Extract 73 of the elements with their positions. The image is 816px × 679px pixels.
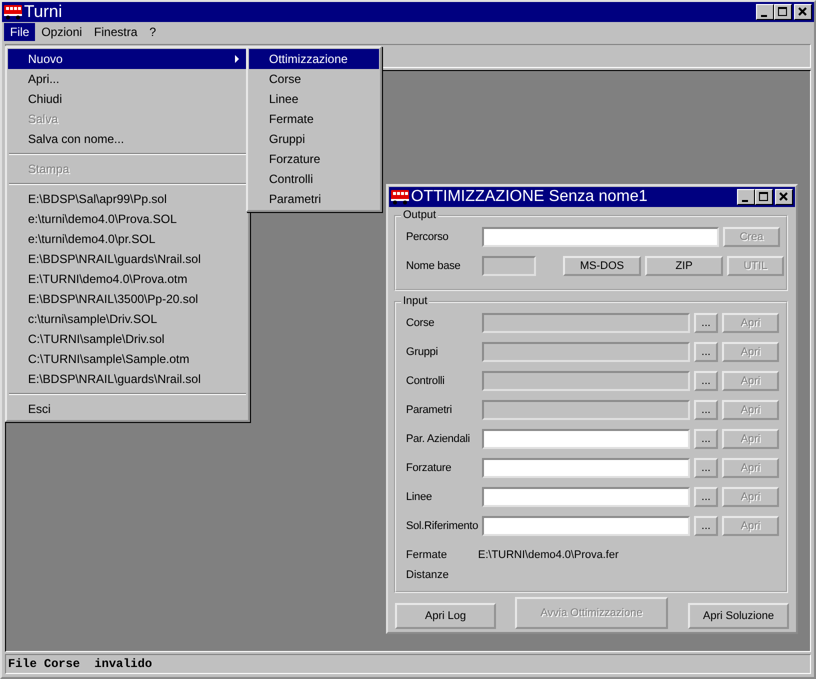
group-label: Input [401, 295, 430, 307]
field-label: Sol.Riferimento [406, 520, 480, 532]
minimize-button[interactable] [737, 189, 755, 205]
menu-item[interactable]: E:\BDSP\Sal\apr99\Pp.sol [8, 189, 247, 209]
menu-item[interactable]: Ottimizzazione [249, 49, 379, 69]
input-field[interactable] [482, 227, 719, 247]
browse-button[interactable]: ... [694, 429, 718, 449]
menu-item[interactable]: Fermate [249, 109, 379, 129]
close-button[interactable] [775, 189, 793, 205]
field-label: Percorso [406, 231, 450, 243]
menu-item[interactable]: C:\TURNI\sample\Sample.otm [8, 349, 247, 369]
info-label: Fermate [406, 549, 448, 561]
minimize-icon [742, 200, 748, 202]
minimize-icon [760, 14, 766, 16]
input-field[interactable] [482, 516, 690, 536]
field-label: Controlli [406, 375, 446, 387]
menu-item[interactable]: E:\BDSP\NRAIL\guards\Nrail.sol [8, 369, 247, 389]
close-icon [798, 7, 808, 17]
button[interactable]: Apri Log [395, 603, 496, 629]
menu-item[interactable]: ? [143, 23, 162, 41]
field-label: Gruppi [406, 346, 439, 358]
field-label: Linee [406, 491, 433, 503]
menu-item[interactable]: Linee [249, 89, 379, 109]
menu-item[interactable]: Finestra [88, 23, 144, 41]
menu-item[interactable]: Apri... [8, 69, 247, 89]
menu-item[interactable]: Esci [8, 399, 247, 419]
window-title: OTTIMIZZAZIONE Senza nome1 [411, 188, 648, 206]
status-bar: File Corse invalido [5, 654, 811, 674]
field-label: Nome base [406, 260, 462, 272]
menu-item[interactable]: File [4, 23, 36, 41]
field-label: Forzature [406, 462, 452, 474]
maximize-button[interactable] [774, 4, 792, 20]
input-field[interactable] [482, 429, 690, 449]
menu-item[interactable]: C:\TURNI\sample\Driv.sol [8, 329, 247, 349]
minimize-button[interactable] [756, 4, 774, 20]
menu-item[interactable]: e:\turni\demo4.0\Prova.SOL [8, 209, 247, 229]
maximize-button[interactable] [755, 189, 773, 205]
info-value: E:\TURNI\demo4.0\Prova.fer [478, 549, 619, 561]
menu-item[interactable]: c:\turni\sample\Driv.SOL [8, 309, 247, 329]
browse-button[interactable]: ... [694, 487, 718, 507]
maximize-icon [759, 192, 769, 202]
submenu-arrow-icon [235, 55, 239, 63]
bus-icon [391, 189, 409, 205]
button[interactable]: ZIP [645, 256, 723, 276]
field-label: Par. Aziendali [406, 433, 471, 445]
menu-item[interactable]: E:\TURNI\demo4.0\Prova.otm [8, 269, 247, 289]
menu-item[interactable]: Forzature [249, 149, 379, 169]
menu-item[interactable]: Opzioni [35, 23, 88, 41]
button[interactable]: MS-DOS [563, 256, 641, 276]
browse-button[interactable]: ... [694, 516, 718, 536]
field-label: Corse [406, 317, 436, 329]
input-field[interactable] [482, 487, 690, 507]
menu-item[interactable]: Gruppi [249, 129, 379, 149]
menu-item[interactable]: E:\BDSP\NRAIL\guards\Nrail.sol [8, 249, 247, 269]
menu-item[interactable]: Nuovo [8, 49, 247, 69]
input-field[interactable] [482, 458, 690, 478]
field-label: Parametri [406, 404, 453, 416]
menu-item[interactable]: Salva con nome... [8, 129, 247, 149]
close-icon [779, 192, 789, 202]
bus-icon [4, 4, 22, 20]
close-button[interactable] [794, 4, 812, 20]
maximize-icon [778, 7, 788, 17]
menu-item[interactable]: E:\BDSP\NRAIL\3500\Pp-20.sol [8, 289, 247, 309]
info-label: Distanze [406, 569, 450, 581]
menu-item[interactable]: Controlli [249, 169, 379, 189]
menu-item[interactable]: e:\turni\demo4.0\pr.SOL [8, 229, 247, 249]
button[interactable]: Apri Soluzione [688, 603, 789, 629]
window-title: Turni [24, 2, 64, 22]
menu-item[interactable]: Chiudi [8, 89, 247, 109]
menu-item[interactable]: Corse [249, 69, 379, 89]
group-label: Output [401, 209, 438, 221]
menu-item[interactable]: Parametri [249, 189, 379, 209]
browse-button[interactable]: ... [694, 458, 718, 478]
